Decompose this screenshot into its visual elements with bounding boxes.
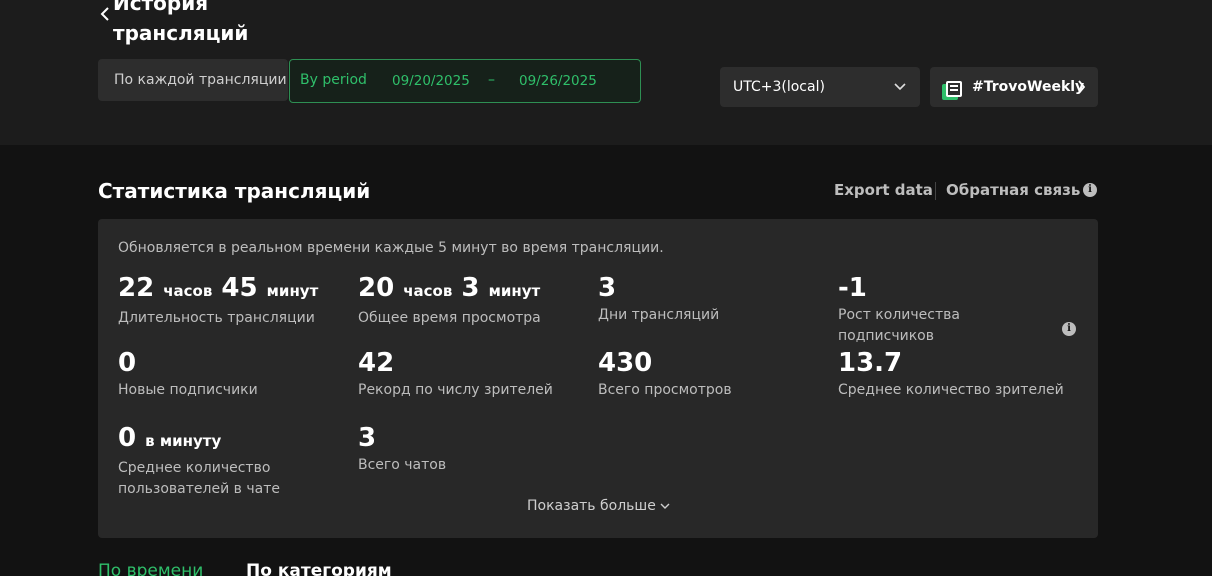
stat-stream-duration: 22 часов 45 минут Длительность трансляци… (118, 273, 348, 329)
period-picker[interactable]: By period 09/20/2025 – 09/26/2025 (289, 59, 641, 103)
stat-label: Новые подписчики (118, 382, 258, 398)
tab-by-category[interactable]: По категориям (246, 560, 392, 576)
stat-follower-growth: -1 Рост количества подписчиков (838, 273, 1008, 347)
feedback-link[interactable]: Обратная связь (946, 181, 1080, 199)
date-separator: – (488, 72, 495, 88)
stat-total-views: 430 Всего просмотров (598, 348, 828, 401)
stat-label: Дни трансляций (598, 307, 720, 323)
stat-total-chats: 3 Всего чатов (358, 423, 588, 476)
stat-avg-viewers: 13.7 Среднее количество зрителей (838, 348, 1068, 401)
stat-label: Рост количества подписчиков (838, 307, 960, 344)
stat-value: 3 (598, 273, 617, 303)
stat-avg-chatters: 0 в минуту Среднее количество пользовате… (118, 423, 318, 500)
stat-label: Среднее количество зрителей (838, 382, 1064, 398)
stat-value: 20 часов 3 минут (358, 273, 541, 303)
period-label: By period (300, 72, 367, 88)
timezone-value: UTC+3(local) (733, 79, 825, 95)
stat-watch-time: 20 часов 3 минут Общее время просмотра (358, 273, 588, 329)
header-area: История трансляций По каждой трансляции … (0, 0, 1212, 145)
timezone-select[interactable]: UTC+3(local) (720, 67, 920, 107)
stat-value: 3 (358, 423, 377, 453)
page-title: История трансляций (113, 0, 249, 45)
calendar-icon (942, 77, 962, 100)
stat-label: Рекорд по числу зрителей (358, 382, 553, 398)
export-data-link[interactable]: Export data (834, 181, 933, 199)
stat-value: 13.7 (838, 348, 903, 378)
stat-label: Длительность трансляции (118, 310, 315, 326)
stat-label: Общее время просмотра (358, 310, 541, 326)
info-icon[interactable]: i (1062, 322, 1076, 336)
update-note: Обновляется в реальном времени каждые 5 … (118, 240, 664, 256)
show-more-button[interactable]: Показать больше (527, 498, 670, 514)
stat-label: Всего чатов (358, 457, 447, 473)
chevron-right-icon (1076, 67, 1086, 122)
date-from[interactable]: 09/20/2025 (392, 73, 470, 89)
stat-value: 0 (118, 348, 137, 378)
stat-value: -1 (838, 273, 867, 303)
stat-label: Среднее количество пользователей в чате (118, 460, 280, 497)
stat-peak-viewers: 42 Рекорд по числу зрителей (358, 348, 588, 401)
chevron-down-icon (660, 498, 670, 514)
stats-card: Обновляется в реальном времени каждые 5 … (98, 219, 1098, 538)
stat-label: Всего просмотров (598, 382, 732, 398)
per-stream-tab[interactable]: По каждой трансляции (98, 59, 288, 101)
stat-value: 42 (358, 348, 395, 378)
hashtag-label: #TrovoWeekly (972, 79, 1085, 95)
divider (935, 182, 936, 200)
tab-by-time[interactable]: По времени (98, 560, 203, 576)
chevron-down-icon (894, 67, 906, 123)
stat-new-followers: 0 Новые подписчики (118, 348, 348, 401)
trovo-weekly-button[interactable]: #TrovoWeekly (930, 67, 1098, 107)
stat-value: 22 часов 45 минут (118, 273, 319, 303)
stat-value: 430 (598, 348, 653, 378)
stat-value: 0 в минуту (118, 423, 222, 453)
section-title: Статистика трансляций (98, 179, 371, 203)
back-arrow-icon[interactable] (98, 5, 112, 23)
stat-stream-days: 3 Дни трансляций (598, 273, 828, 326)
info-icon[interactable]: i (1083, 183, 1097, 197)
date-to[interactable]: 09/26/2025 (519, 73, 597, 89)
